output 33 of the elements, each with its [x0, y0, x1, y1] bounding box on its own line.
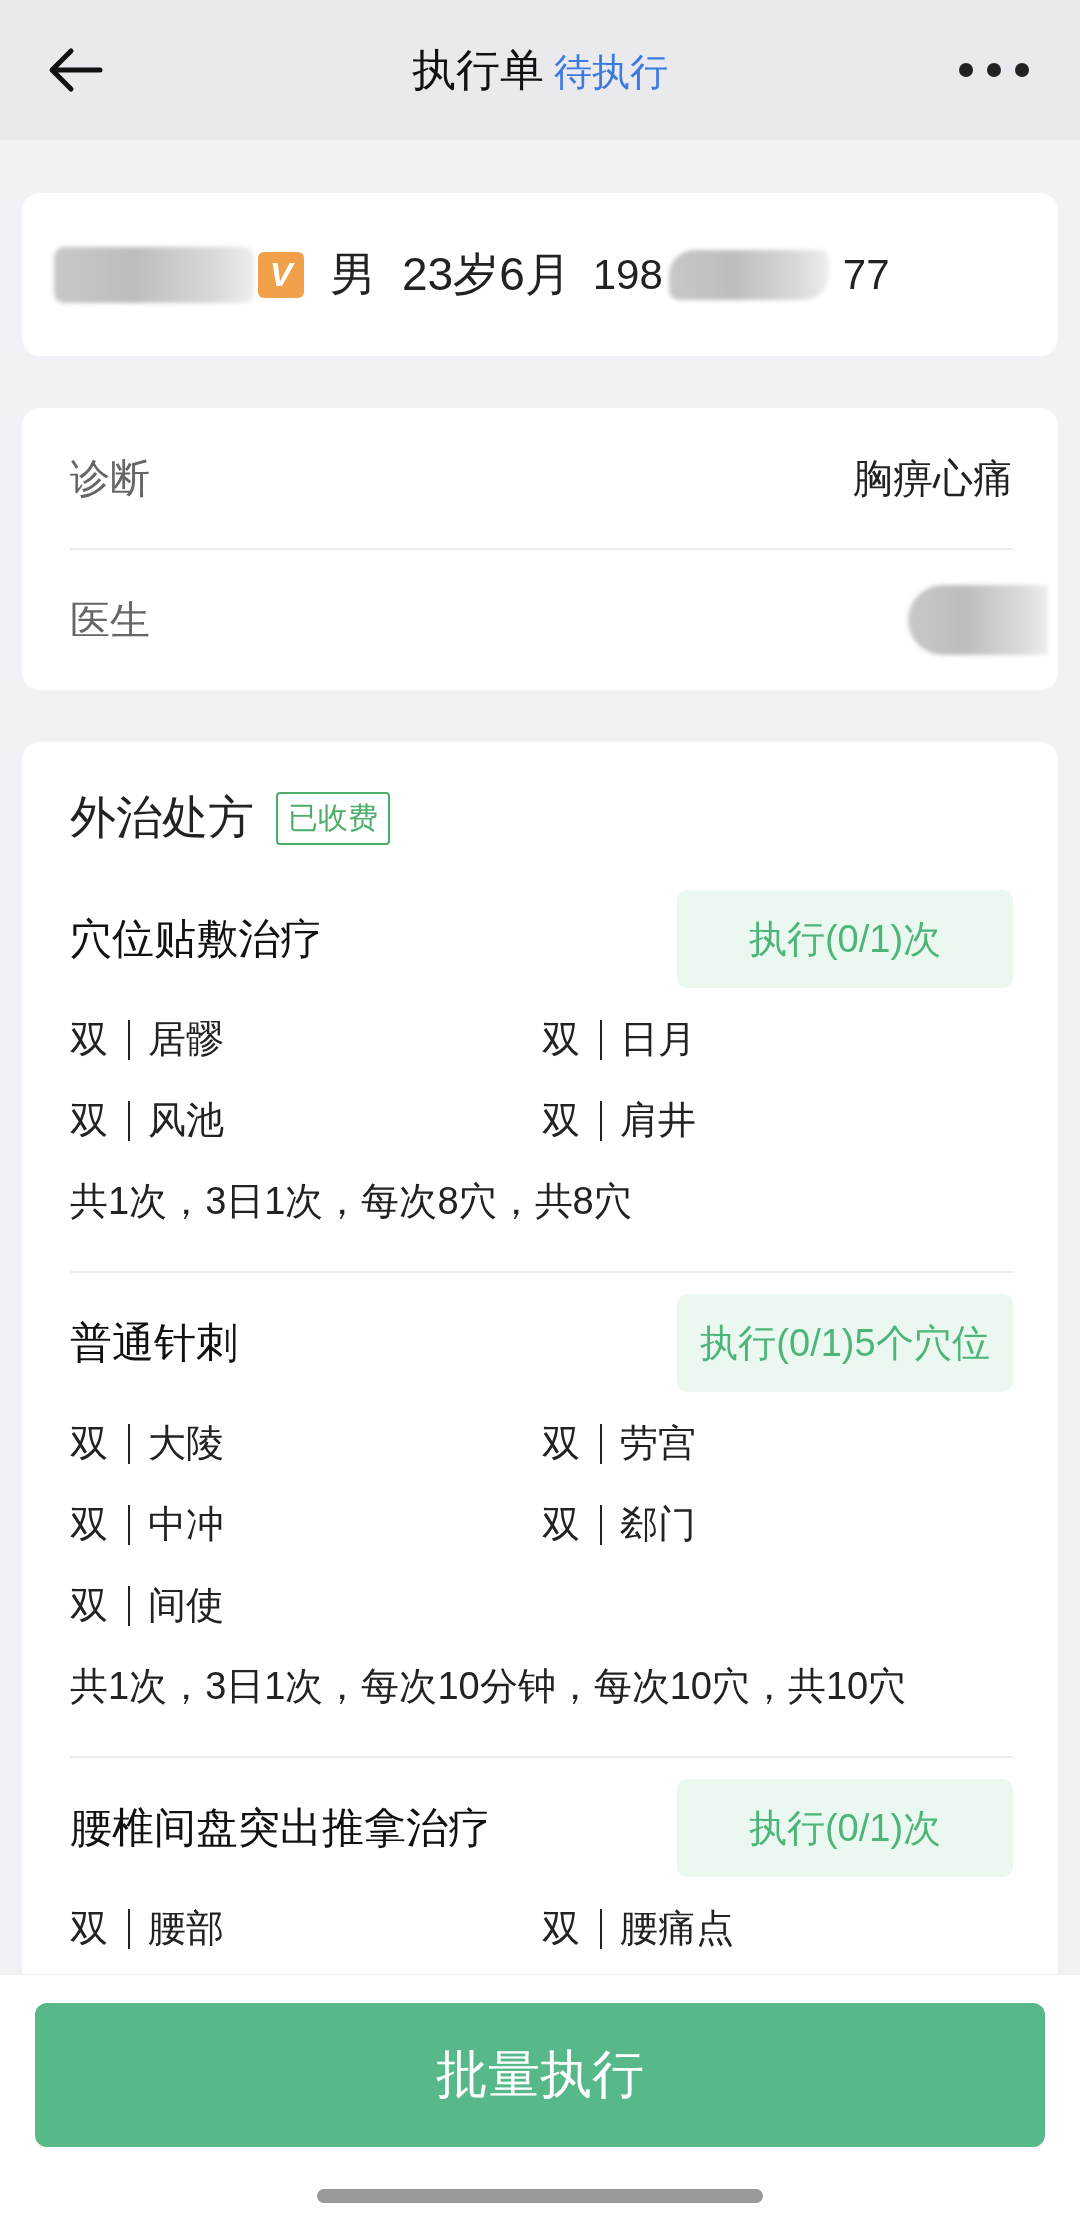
treatment-summary: 共1次，3日1次，每次8穴，共8穴 [70, 1178, 633, 1224]
info-label: 诊断 [70, 454, 150, 502]
acupoint: 双 劳宫 [541, 1421, 697, 1466]
info-label: 医生 [70, 596, 150, 644]
more-icon[interactable] [958, 62, 1030, 78]
acupoint: 双 居髎 [70, 1017, 225, 1062]
paid-tag: 已收费 [276, 791, 390, 845]
execute-button[interactable]: 执行(0/1)次 [677, 1779, 1013, 1877]
treatment-name: 腰椎间盘突出推拿治疗 [70, 1803, 490, 1853]
info-value: 胸痹心痛 [853, 454, 1013, 502]
acupoint: 双 腰部 [70, 1906, 225, 1951]
treatment-name: 普通针刺 [70, 1318, 238, 1368]
phone-suffix: 77 [842, 250, 890, 299]
acupoint: 双 肩井 [541, 1098, 697, 1143]
acupoint: 双 郄门 [541, 1502, 697, 1547]
treatment-name: 穴位贴敷治疗 [70, 914, 322, 964]
order-status: 待执行 [554, 49, 668, 95]
batch-execute-button[interactable]: 批量执行 [35, 2003, 1045, 2147]
phone-prefix: 198 [592, 250, 663, 299]
patient-gender: 男 [330, 246, 376, 302]
page-title: 执行单 [412, 43, 544, 96]
execute-button[interactable]: 执行(0/1)次 [677, 890, 1013, 988]
section-title: 外治处方 [70, 790, 254, 845]
treatment-summary: 共1次，3日1次，每次10分钟，每次10穴，共10穴 [70, 1663, 908, 1709]
acupoint: 双 腰痛点 [541, 1906, 735, 1951]
acupoint: 双 间使 [70, 1583, 225, 1628]
acupoint: 双 日月 [541, 1017, 697, 1062]
vip-badge: V [258, 251, 304, 298]
acupoint: 双 大陵 [70, 1421, 225, 1466]
acupoint: 双 中冲 [70, 1502, 225, 1547]
execute-button[interactable]: 执行(0/1)5个穴位 [677, 1294, 1013, 1392]
patient-age: 23岁6月 [402, 246, 571, 302]
acupoint: 双 风池 [70, 1098, 225, 1143]
